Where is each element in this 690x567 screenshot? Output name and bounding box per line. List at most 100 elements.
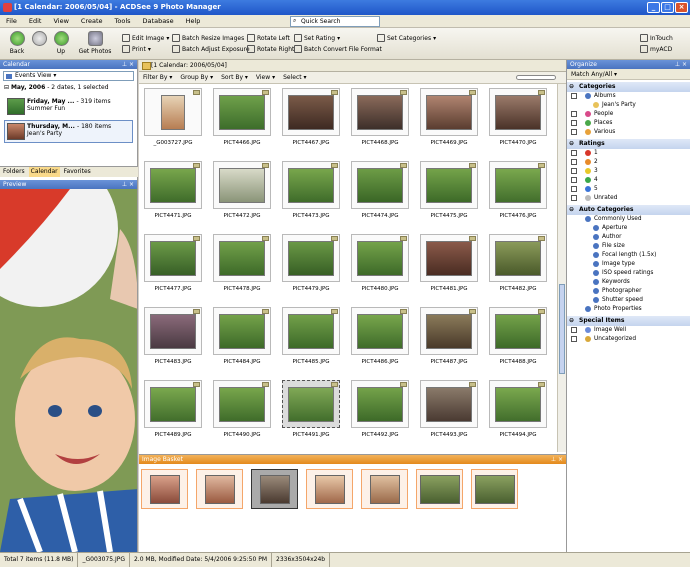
auto-category-item[interactable]: Commonly Used	[567, 215, 690, 224]
auto-category-item[interactable]: File size	[567, 242, 690, 251]
thumbnail-item[interactable]: PICT4471.JPG	[143, 161, 203, 234]
checkbox[interactable]	[571, 111, 577, 117]
basket-item[interactable]	[251, 469, 298, 509]
thumbnail-item[interactable]: PICT4479.JPG	[281, 234, 341, 307]
month-row[interactable]: ⊟ May, 2006 - 2 dates, 1 selected	[4, 83, 137, 93]
checkbox[interactable]	[571, 159, 577, 165]
set-categories-button[interactable]: Set Categories ▾	[377, 34, 436, 42]
vertical-scrollbar[interactable]	[557, 84, 566, 452]
thumbnail-item[interactable]: _G003727.JPG	[143, 88, 203, 161]
categories-section[interactable]: Categories	[567, 82, 690, 92]
checkbox[interactable]	[571, 327, 577, 333]
pin-icon[interactable]: ⊥ ×	[675, 60, 687, 69]
myacd-button[interactable]: myACD	[640, 45, 672, 53]
rotate-left-button[interactable]: Rotate Left	[247, 34, 290, 42]
thumbnail-item[interactable]: PICT4485.JPG	[281, 307, 341, 380]
minimize-button[interactable]: _	[647, 2, 660, 13]
batch-convert-button[interactable]: Batch Convert File Format	[294, 45, 382, 53]
auto-category-item[interactable]: Photo Properties	[567, 305, 690, 314]
thumbnail-item[interactable]: PICT4494.JPG	[488, 380, 548, 453]
thumbnail-item[interactable]: PICT4489.JPG	[143, 380, 203, 453]
view-dropdown[interactable]: View ▾	[256, 74, 275, 81]
pin-icon[interactable]: ⊥ ×	[122, 60, 134, 69]
thumbnail-item[interactable]: PICT4491.JPG	[281, 380, 341, 453]
tab-calendar[interactable]: Calendar	[28, 167, 60, 177]
thumbnail-item[interactable]: PICT4480.JPG	[350, 234, 410, 307]
thumbnail-item[interactable]: PICT4482.JPG	[488, 234, 548, 307]
thumbnail-item[interactable]: PICT4468.JPG	[350, 88, 410, 161]
auto-category-item[interactable]: Photographer	[567, 287, 690, 296]
thumbnail-item[interactable]: PICT4490.JPG	[212, 380, 272, 453]
rating-item[interactable]: 1	[567, 149, 690, 158]
menu-create[interactable]: Create	[79, 17, 105, 25]
rotate-right-button[interactable]: Rotate Right	[247, 45, 294, 53]
checkbox[interactable]	[571, 120, 577, 126]
checkbox[interactable]	[571, 168, 577, 174]
zoom-slider[interactable]	[516, 75, 556, 80]
basket-item[interactable]	[471, 469, 518, 509]
scrollbar-thumb[interactable]	[559, 284, 565, 374]
edit-image-button[interactable]: Edit Image ▾	[122, 34, 169, 42]
menu-help[interactable]: Help	[184, 17, 203, 25]
checkbox[interactable]	[571, 129, 577, 135]
get-photos-button[interactable]: Get Photos	[78, 31, 112, 55]
menu-edit[interactable]: Edit	[27, 17, 44, 25]
menu-tools[interactable]: Tools	[113, 17, 133, 25]
thumbnail-item[interactable]: PICT4481.JPG	[419, 234, 479, 307]
thumbnail-item[interactable]: PICT4484.JPG	[212, 307, 272, 380]
maximize-button[interactable]: □	[661, 2, 674, 13]
rating-item[interactable]: 2	[567, 158, 690, 167]
thumbnail-item[interactable]: PICT4486.JPG	[350, 307, 410, 380]
match-dropdown[interactable]: Match Any/All ▾	[567, 69, 690, 80]
ratings-section[interactable]: Ratings	[567, 139, 690, 149]
set-rating-button[interactable]: Set Rating ▾	[294, 34, 340, 42]
special-item[interactable]: Uncategorized	[567, 335, 690, 344]
thumbnail-item[interactable]: PICT4476.JPG	[488, 161, 548, 234]
category-item[interactable]: People	[567, 110, 690, 119]
tab-favorites[interactable]: Favorites	[64, 167, 91, 177]
event-jeans-party[interactable]: Thursday, M... - 180 items Jean's Party	[4, 120, 133, 143]
pin-icon[interactable]: ⊥ ×	[122, 180, 134, 189]
auto-categories-section[interactable]: Auto Categories	[567, 205, 690, 215]
category-item[interactable]: Places	[567, 119, 690, 128]
thumbnail-item[interactable]: PICT4472.JPG	[212, 161, 272, 234]
rating-item[interactable]: 5	[567, 185, 690, 194]
thumbnail-item[interactable]: PICT4469.JPG	[419, 88, 479, 161]
auto-category-item[interactable]: Image type	[567, 260, 690, 269]
rating-item[interactable]: 3	[567, 167, 690, 176]
checkbox[interactable]	[571, 195, 577, 201]
auto-category-item[interactable]: Aperture	[567, 224, 690, 233]
basket-item[interactable]	[141, 469, 188, 509]
checkbox[interactable]	[571, 186, 577, 192]
checkbox[interactable]	[571, 177, 577, 183]
sort-by-dropdown[interactable]: Sort By ▾	[221, 74, 248, 81]
batch-resize-button[interactable]: Batch Resize Images	[172, 34, 244, 42]
thumbnail-item[interactable]: PICT4475.JPG	[419, 161, 479, 234]
events-view-dropdown[interactable]: Events View ▾	[3, 71, 134, 81]
basket-item[interactable]	[306, 469, 353, 509]
auto-category-item[interactable]: Shutter speed	[567, 296, 690, 305]
special-items-section[interactable]: Special Items	[567, 316, 690, 326]
tab-folders[interactable]: Folders	[3, 167, 25, 177]
category-item[interactable]: Albums	[567, 92, 690, 101]
up-button[interactable]: Up	[46, 31, 76, 55]
checkbox[interactable]	[571, 93, 577, 99]
thumbnail-item[interactable]: PICT4493.JPG	[419, 380, 479, 453]
checkbox[interactable]	[571, 336, 577, 342]
checkbox[interactable]	[571, 150, 577, 156]
close-button[interactable]: ×	[675, 2, 688, 13]
path-bar[interactable]: [1 Calendar: 2006/05/04]	[139, 60, 566, 72]
menu-file[interactable]: File	[4, 17, 19, 25]
thumbnail-item[interactable]: PICT4474.JPG	[350, 161, 410, 234]
thumbnail-item[interactable]: PICT4488.JPG	[488, 307, 548, 380]
basket-item[interactable]	[361, 469, 408, 509]
group-by-dropdown[interactable]: Group By ▾	[180, 74, 213, 81]
thumbnail-item[interactable]: PICT4473.JPG	[281, 161, 341, 234]
thumbnail-item[interactable]: PICT4478.JPG	[212, 234, 272, 307]
category-item[interactable]: Various	[567, 128, 690, 137]
thumbnail-item[interactable]: PICT4492.JPG	[350, 380, 410, 453]
thumbnail-item[interactable]: PICT4477.JPG	[143, 234, 203, 307]
menu-database[interactable]: Database	[141, 17, 176, 25]
auto-category-item[interactable]: ISO speed ratings	[567, 269, 690, 278]
special-item[interactable]: Image Well	[567, 326, 690, 335]
